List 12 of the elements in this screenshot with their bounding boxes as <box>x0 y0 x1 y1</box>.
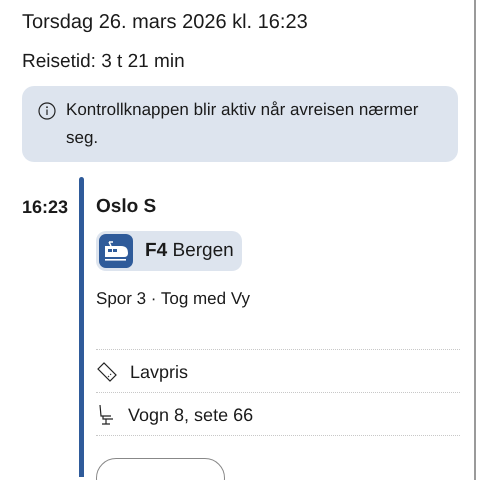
info-text: Kontrollknappen blir aktiv når avreisen nærmer seg. <box>66 99 420 149</box>
detail-text: Vogn 8, sete 66 <box>128 404 254 427</box>
departure-time: 16:23 <box>21 196 70 219</box>
travel-time-text: Reisetid: 3 t 21 min <box>22 50 186 74</box>
platform-text: Spor 3 · Tog med Vy <box>96 288 252 310</box>
detail-text: Lavpris <box>130 360 188 384</box>
line-label: F4 Bergen <box>145 238 234 263</box>
info-icon <box>38 102 56 120</box>
ticket-icon <box>96 361 118 383</box>
date-text: Torsdag 26. mars 2026 kl. 16:23 <box>22 10 309 35</box>
train-icon <box>99 234 133 268</box>
station-name: Oslo S <box>96 195 158 219</box>
